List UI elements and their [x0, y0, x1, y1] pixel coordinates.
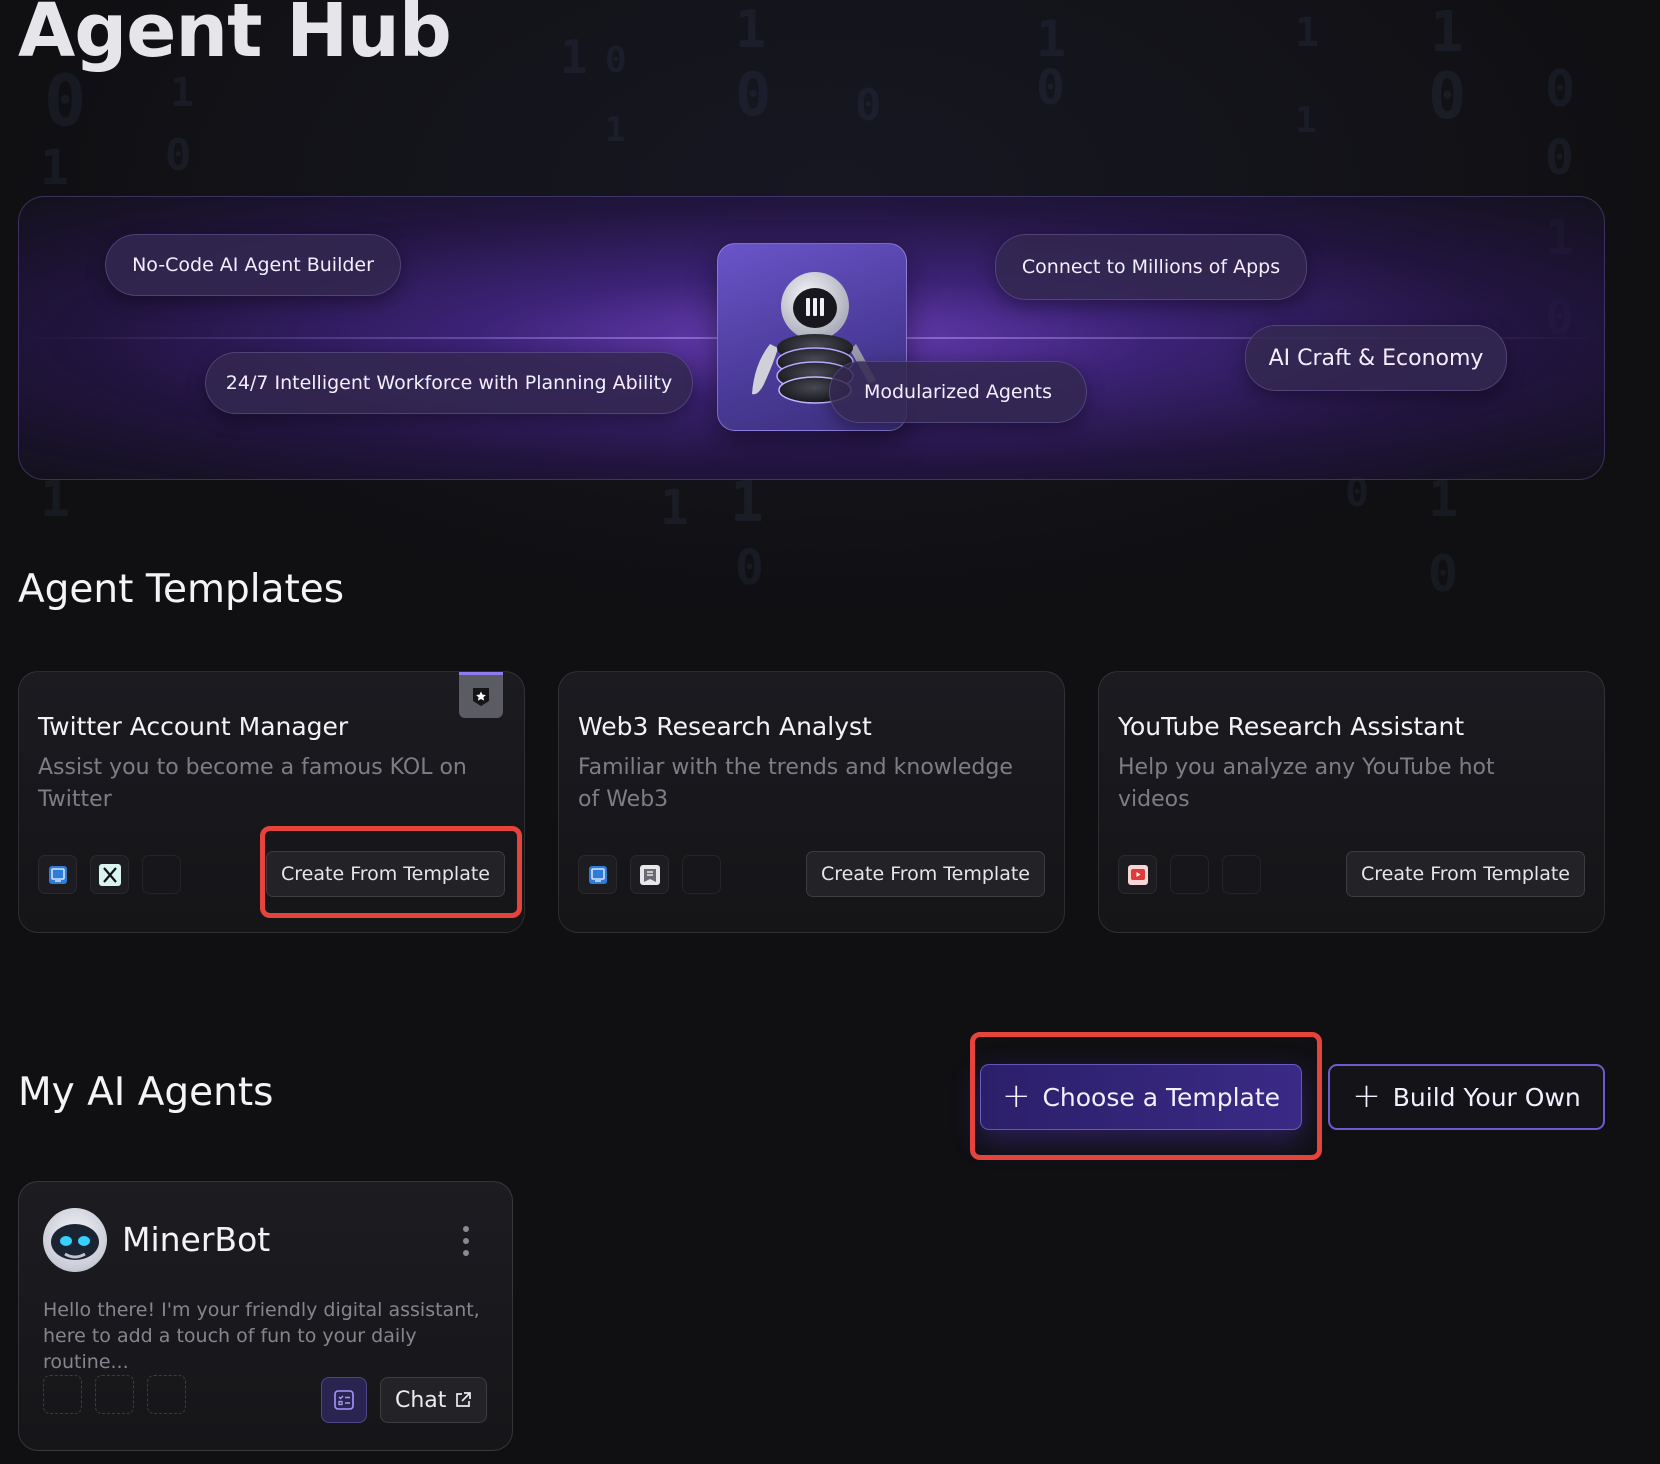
create-from-template-button[interactable]: Create From Template — [806, 851, 1045, 897]
template-tools — [578, 855, 721, 894]
empty-tool-slot — [142, 855, 181, 894]
feature-pill-modularized: Modularized Agents — [829, 361, 1087, 423]
chat-button[interactable]: Chat — [380, 1377, 488, 1423]
template-description: Familiar with the trends and knowledge o… — [578, 755, 1013, 812]
task-list-button[interactable] — [321, 1377, 367, 1423]
feature-pill-workforce: 24/7 Intelligent Workforce with Planning… — [205, 352, 693, 414]
my-ai-agents-heading: My AI Agents — [18, 1070, 274, 1115]
agent-tool-slots — [43, 1375, 186, 1414]
chat-label: Chat — [395, 1387, 447, 1413]
empty-tool-slot — [43, 1375, 82, 1414]
plus-icon: + — [1352, 1075, 1381, 1116]
template-card-twitter: Twitter Account Manager Assist you to be… — [18, 671, 525, 933]
empty-tool-slot — [1222, 855, 1261, 894]
feature-pill-connect-apps: Connect to Millions of Apps — [995, 234, 1307, 300]
agent-templates-heading: Agent Templates — [18, 567, 345, 612]
hero-banner: No-Code AI Agent Builder 24/7 Intelligen… — [18, 196, 1605, 480]
template-title: Web3 Research Analyst — [578, 712, 872, 741]
plus-icon: + — [1001, 1075, 1031, 1116]
empty-tool-slot — [682, 855, 721, 894]
template-card-youtube: YouTube Research Assistant Help you anal… — [1098, 671, 1605, 933]
choose-template-label: Choose a Template — [1042, 1082, 1281, 1112]
browser-tool-icon — [578, 855, 617, 894]
more-options-icon[interactable] — [459, 1226, 473, 1256]
empty-tool-slot — [95, 1375, 134, 1414]
create-from-template-button[interactable]: Create From Template — [266, 851, 505, 897]
youtube-icon — [1118, 855, 1157, 894]
empty-tool-slot — [1170, 855, 1209, 894]
reader-tool-icon — [630, 855, 669, 894]
choose-template-button[interactable]: + Choose a Template — [980, 1064, 1302, 1130]
template-title: YouTube Research Assistant — [1118, 712, 1465, 741]
agent-name: MinerBot — [122, 1220, 271, 1259]
build-your-own-label: Build Your Own — [1392, 1082, 1581, 1112]
build-your-own-button[interactable]: + Build Your Own — [1328, 1064, 1605, 1130]
avatar — [43, 1208, 107, 1272]
empty-tool-slot — [147, 1375, 186, 1414]
template-description: Help you analyze any YouTube hot videos — [1118, 755, 1495, 812]
external-link-icon — [456, 1392, 472, 1407]
template-title: Twitter Account Manager — [38, 712, 349, 741]
feature-pill-craft-economy: AI Craft & Economy — [1245, 325, 1507, 391]
page-title: Agent Hub — [18, 0, 452, 74]
star-badge-icon — [459, 672, 503, 718]
template-card-web3: Web3 Research Analyst Familiar with the … — [558, 671, 1065, 933]
x-twitter-icon — [90, 855, 129, 894]
agent-description: Hello there! I'm your friendly digital a… — [43, 1299, 480, 1373]
template-description: Assist you to become a famous KOL on Twi… — [38, 755, 467, 812]
agent-card-minerbot[interactable]: MinerBot Hello there! I'm your friendly … — [18, 1181, 513, 1451]
task-list-icon — [334, 1390, 354, 1410]
template-tools — [1118, 855, 1261, 894]
create-from-template-button[interactable]: Create From Template — [1346, 851, 1585, 897]
browser-tool-icon — [38, 855, 77, 894]
feature-pill-no-code: No-Code AI Agent Builder — [105, 234, 401, 296]
template-tools — [38, 855, 181, 894]
